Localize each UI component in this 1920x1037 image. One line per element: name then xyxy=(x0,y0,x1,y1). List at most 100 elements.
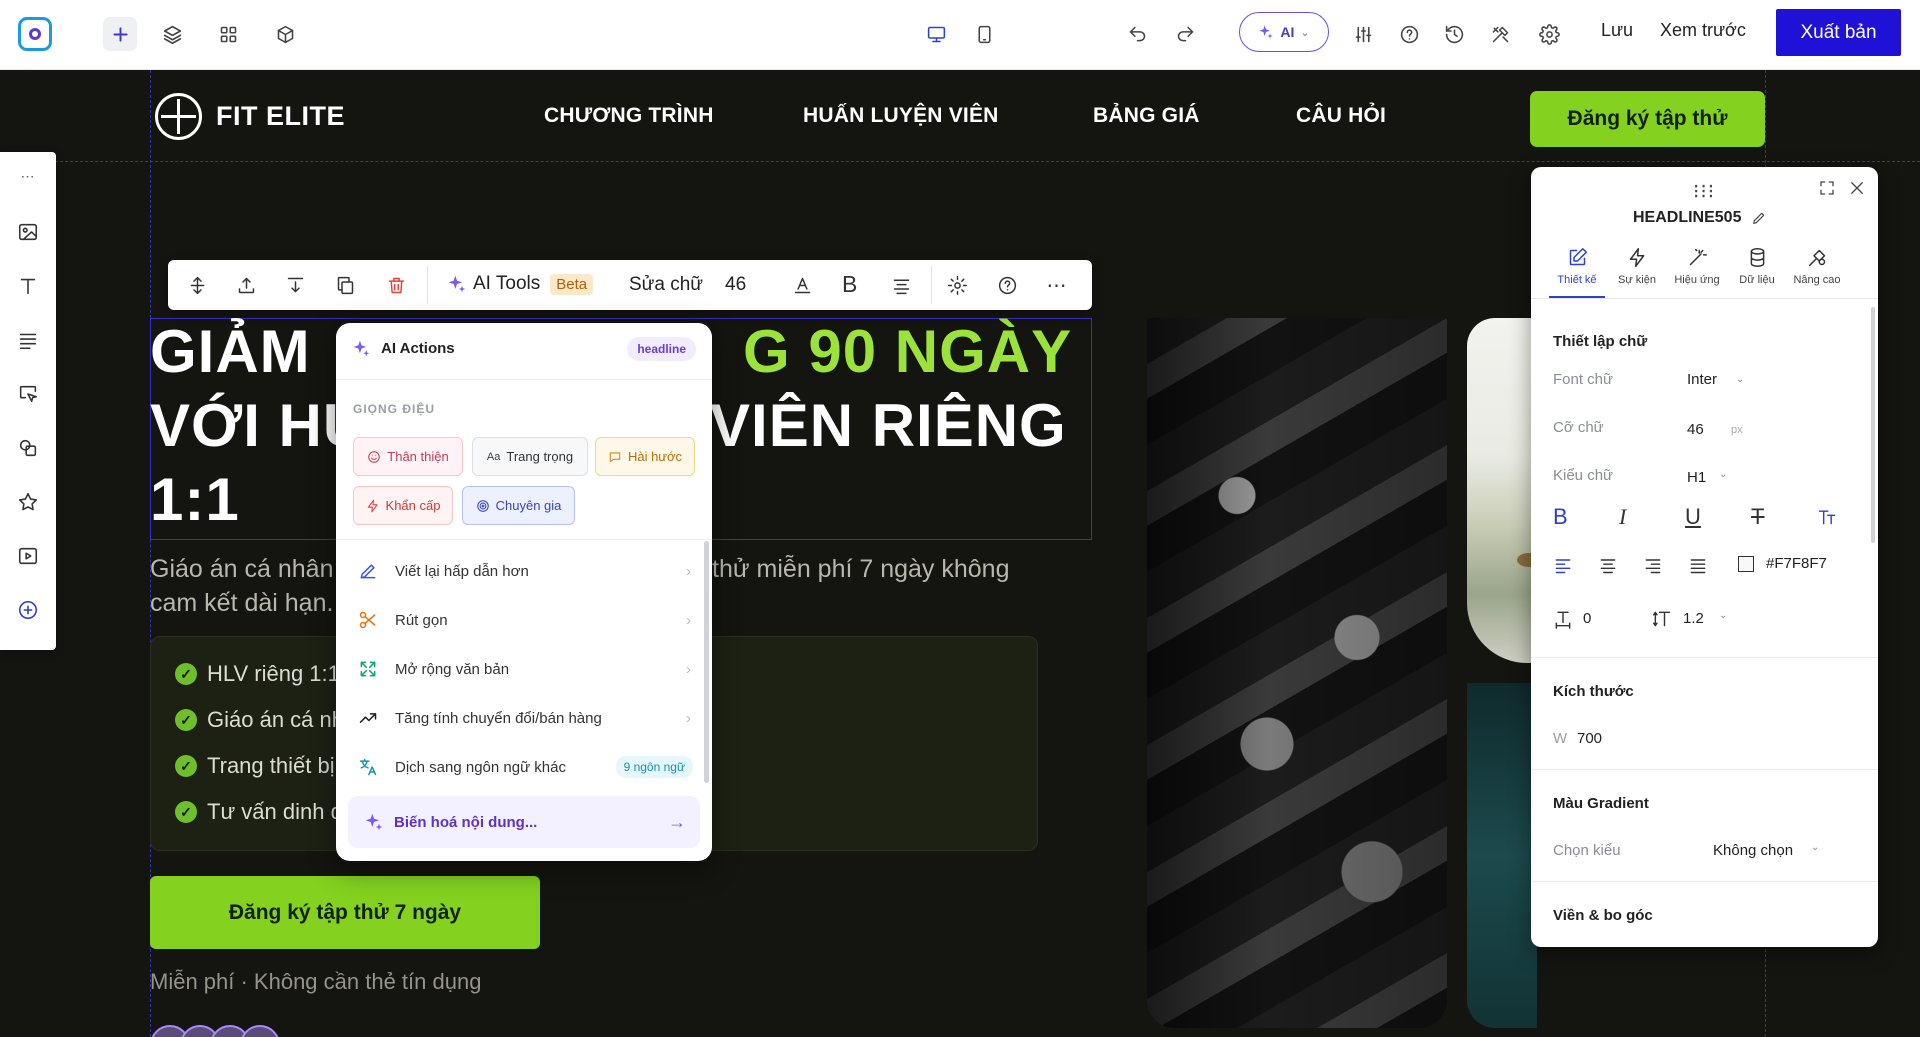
panel-scrollbar[interactable] xyxy=(1871,307,1875,543)
tools-button[interactable] xyxy=(1483,17,1517,51)
more-options-icon[interactable]: ⋯ xyxy=(1044,273,1070,297)
font-family-select[interactable]: Inter xyxy=(1687,371,1717,388)
publish-button[interactable]: Xuất bản xyxy=(1776,9,1901,56)
help-button[interactable] xyxy=(1392,17,1426,51)
text-case-toggle[interactable] xyxy=(1815,505,1839,529)
tone-formal-chip[interactable]: Aa Trang trọng xyxy=(472,437,588,476)
move-element-button[interactable] xyxy=(184,273,210,297)
rail-add-button[interactable] xyxy=(14,596,42,624)
tab-events[interactable]: Sự kiện xyxy=(1605,247,1669,286)
gym-dumbbells-photo[interactable] xyxy=(1147,318,1447,1028)
settings-button[interactable] xyxy=(1532,17,1566,51)
layers-button[interactable] xyxy=(155,17,189,51)
rail-icon-tool[interactable] xyxy=(14,488,42,516)
drag-handle-icon[interactable]: ⁝⁝⁝ xyxy=(1693,179,1715,204)
delete-button[interactable] xyxy=(383,273,409,297)
menu-scrollbar[interactable] xyxy=(704,541,709,783)
move-down-button[interactable] xyxy=(282,273,308,297)
text-color-swatch[interactable] xyxy=(1738,556,1754,572)
pencil-icon[interactable] xyxy=(1751,210,1767,226)
sections-button[interactable] xyxy=(211,17,245,51)
site-brand-name: FIT ELITE xyxy=(216,101,345,131)
pool-photo[interactable] xyxy=(1467,683,1537,1028)
undo-button[interactable] xyxy=(1120,17,1154,51)
action-shorten-item[interactable]: Rút gọn › xyxy=(353,600,693,640)
mobile-view-button[interactable] xyxy=(967,17,1001,51)
rail-button-tool[interactable] xyxy=(14,380,42,408)
nav-link-programs[interactable]: CHƯƠNG TRÌNH xyxy=(544,104,714,128)
phone-icon xyxy=(977,25,991,43)
rail-shape-tool[interactable] xyxy=(14,434,42,462)
add-element-button[interactable] xyxy=(103,17,137,51)
tab-design[interactable]: Thiết kế xyxy=(1545,247,1609,286)
tone-urgent-label: Khẩn cấp xyxy=(385,498,441,513)
font-size-value[interactable]: 46 xyxy=(725,274,746,296)
headline-line-1-accent: G 90 NGÀY xyxy=(743,318,1073,385)
gradient-type-select[interactable]: Không chọn xyxy=(1713,842,1793,859)
action-rewrite-item[interactable]: Viết lại hấp dẫn hơn › xyxy=(353,551,693,591)
align-center-button[interactable] xyxy=(1596,553,1620,577)
rail-text-tool[interactable] xyxy=(14,272,42,300)
element-settings-button[interactable] xyxy=(944,273,970,297)
ai-assistant-button[interactable]: AI ⌄ xyxy=(1239,12,1329,52)
site-logo[interactable]: FIT ELITE xyxy=(155,93,345,140)
bold-button[interactable]: B xyxy=(842,271,857,298)
app-logo-icon[interactable] xyxy=(18,17,52,51)
chat-icon xyxy=(609,451,621,462)
paragraph-icon xyxy=(19,333,37,350)
adjust-settings-button[interactable] xyxy=(1346,17,1380,51)
tone-urgent-chip[interactable]: Khẩn cấp xyxy=(353,486,453,525)
rail-paragraph-tool[interactable] xyxy=(14,326,42,354)
nav-link-trainers[interactable]: HUẤN LUYỆN VIÊN xyxy=(803,104,999,128)
nav-link-faq[interactable]: CÂU HỎI xyxy=(1296,104,1386,128)
strikethrough-toggle[interactable]: T xyxy=(1751,504,1764,530)
tab-effects[interactable]: Hiệu ứng xyxy=(1665,247,1729,286)
ai-tools-button[interactable]: AI Tools Beta xyxy=(447,273,594,295)
tab-advanced[interactable]: Nâng cao xyxy=(1785,247,1849,286)
move-up-button[interactable] xyxy=(233,273,259,297)
transform-content-button[interactable]: Biến hoá nội dung... → xyxy=(348,796,700,848)
tone-funny-label: Hài hước xyxy=(627,449,683,464)
italic-toggle[interactable]: I xyxy=(1619,504,1626,530)
chevron-right-icon: › xyxy=(686,611,691,629)
align-justify-button[interactable] xyxy=(1686,553,1710,577)
text-color-value[interactable]: #F7F8F7 xyxy=(1766,555,1827,572)
bold-toggle[interactable]: B xyxy=(1553,504,1568,530)
align-right-button[interactable] xyxy=(1641,553,1665,577)
action-expand-item[interactable]: Mở rộng văn bản › xyxy=(353,649,693,689)
text-color-button[interactable] xyxy=(789,273,815,297)
letter-spacing-input[interactable]: 0 xyxy=(1583,610,1591,627)
preview-button[interactable]: Xem trước xyxy=(1660,20,1746,41)
close-panel-button[interactable] xyxy=(1846,177,1868,199)
element-help-button[interactable] xyxy=(994,273,1020,297)
save-button[interactable]: Lưu xyxy=(1601,20,1633,41)
font-size-input[interactable]: 46 xyxy=(1687,421,1704,438)
nav-link-pricing[interactable]: BẢNG GIÁ xyxy=(1093,104,1200,128)
rail-video-tool[interactable] xyxy=(14,542,42,570)
width-input[interactable]: 700 xyxy=(1577,730,1602,747)
history-button[interactable] xyxy=(1437,17,1471,51)
hero-trial-button[interactable]: Đăng ký tập thử 7 ngày xyxy=(150,876,540,949)
nav-trial-button[interactable]: Đăng ký tập thử xyxy=(1530,91,1765,147)
sparkle-icon xyxy=(365,813,383,831)
edit-text-button[interactable]: Sửa chữ xyxy=(629,274,703,296)
duplicate-button[interactable] xyxy=(332,273,358,297)
action-translate-item[interactable]: Dịch sang ngôn ngữ khác 9 ngôn ngữ xyxy=(353,747,693,787)
underline-toggle[interactable]: U xyxy=(1685,504,1701,530)
expand-panel-button[interactable] xyxy=(1816,177,1838,199)
tone-expert-chip[interactable]: Chuyên gia xyxy=(462,486,575,525)
wellness-photo[interactable] xyxy=(1467,318,1537,663)
rail-image-tool[interactable] xyxy=(14,218,42,246)
align-button[interactable] xyxy=(888,273,914,297)
action-convert-item[interactable]: Tăng tính chuyển đổi/bán hàng › xyxy=(353,698,693,738)
line-height-input[interactable]: 1.2 xyxy=(1683,610,1704,627)
redo-button[interactable] xyxy=(1168,17,1202,51)
assets-button[interactable] xyxy=(268,17,302,51)
drag-handle-icon[interactable]: ⋯ xyxy=(14,162,42,190)
tone-funny-chip[interactable]: Hài hước xyxy=(595,437,695,476)
desktop-view-button[interactable] xyxy=(919,17,953,51)
align-left-button[interactable] xyxy=(1551,553,1575,577)
text-style-select[interactable]: H1 xyxy=(1687,469,1706,486)
tab-data[interactable]: Dữ liệu xyxy=(1725,247,1789,286)
tone-friendly-chip[interactable]: Thân thiện xyxy=(353,437,463,476)
